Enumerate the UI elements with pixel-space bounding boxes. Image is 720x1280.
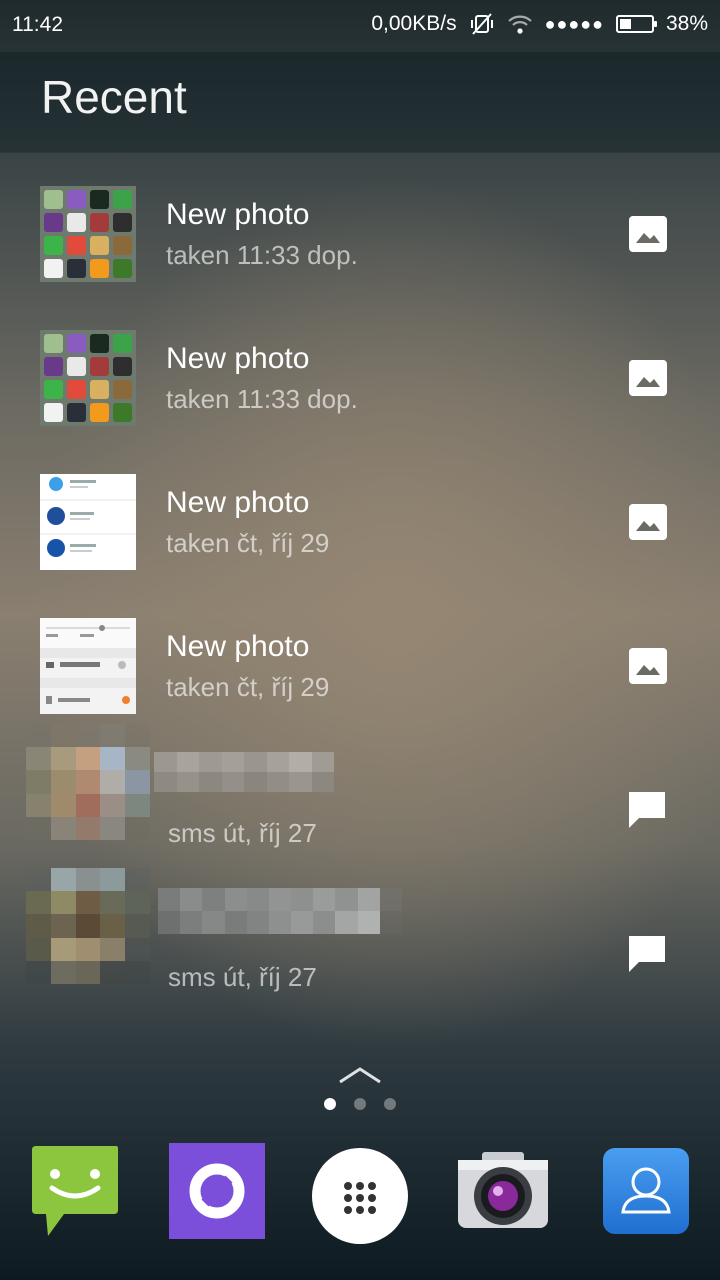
grid-dots-icon [344, 1182, 376, 1214]
sender-name-blurred [158, 888, 402, 934]
sender-name-blurred [154, 752, 334, 792]
list-item[interactable]: New photo taken 11:33 dop. [0, 152, 720, 296]
battery-percent: 38% [665, 12, 708, 35]
chevron-up-icon[interactable] [338, 1064, 382, 1086]
page-dot [354, 1098, 366, 1110]
battery-icon [615, 15, 657, 33]
page-indicator [324, 1098, 396, 1110]
status-time: 11:42 [12, 13, 63, 36]
list-item[interactable]: sms út, říj 27 [0, 868, 720, 1016]
item-subtitle: taken 11:33 dop. [166, 240, 358, 270]
item-subtitle: taken 11:33 dop. [166, 384, 358, 414]
app-drawer-button[interactable] [312, 1148, 408, 1244]
item-title: New photo [166, 630, 310, 663]
camera-icon[interactable] [456, 1150, 550, 1232]
item-title: New photo [166, 198, 310, 231]
dock [0, 1140, 720, 1250]
list-item[interactable]: New photo taken 11:33 dop. [0, 296, 720, 440]
message-icon [629, 936, 665, 972]
list-item[interactable]: New photo taken čt, říj 29 [0, 440, 720, 584]
recent-list[interactable]: New photo taken 11:33 dop. New photo tak… [0, 152, 720, 1016]
contact-avatar-blurred [26, 724, 150, 840]
list-item[interactable]: sms út, říj 27 [0, 724, 720, 872]
image-icon [629, 504, 667, 540]
photo-thumbnail [40, 330, 136, 426]
item-subtitle: sms út, říj 27 [168, 818, 317, 848]
item-title: New photo [166, 342, 310, 375]
screenshot-preview [40, 618, 136, 704]
photo-thumbnail [40, 618, 136, 714]
message-icon [629, 792, 665, 828]
screenshot-preview [40, 477, 136, 557]
item-subtitle: sms út, říj 27 [168, 962, 317, 992]
network-speed: 0,00KB/s [371, 12, 457, 35]
purple-ring-icon[interactable] [169, 1143, 265, 1239]
item-title: New photo [166, 486, 310, 519]
photo-thumbnail [40, 474, 136, 570]
photo-thumbnail [40, 186, 136, 282]
item-subtitle: taken čt, říj 29 [166, 528, 330, 558]
image-icon [629, 216, 667, 252]
sms-icon[interactable] [30, 1144, 120, 1238]
list-item[interactable]: New photo taken čt, říj 29 [0, 584, 720, 728]
contact-icon[interactable] [603, 1148, 689, 1234]
person-glyph [621, 1167, 671, 1214]
contact-avatar-blurred [26, 868, 150, 984]
status-bar: 11:42 0,00KB/s ●●●●● 38% [0, 0, 720, 52]
signal-strength: ●●●●● [544, 13, 604, 34]
item-subtitle: taken čt, říj 29 [166, 672, 330, 702]
page-dot [384, 1098, 396, 1110]
image-icon [629, 648, 667, 684]
recent-header: Recent [0, 52, 720, 153]
battery-fill [619, 19, 631, 29]
wifi-icon [507, 15, 532, 34]
page-dot [324, 1098, 336, 1110]
ring-glyph [189, 1163, 245, 1219]
status-right: 0,00KB/s ●●●●● 38% [371, 12, 708, 36]
page-title: Recent [41, 71, 187, 123]
image-icon [629, 360, 667, 396]
vibrate-off-icon [470, 13, 493, 35]
